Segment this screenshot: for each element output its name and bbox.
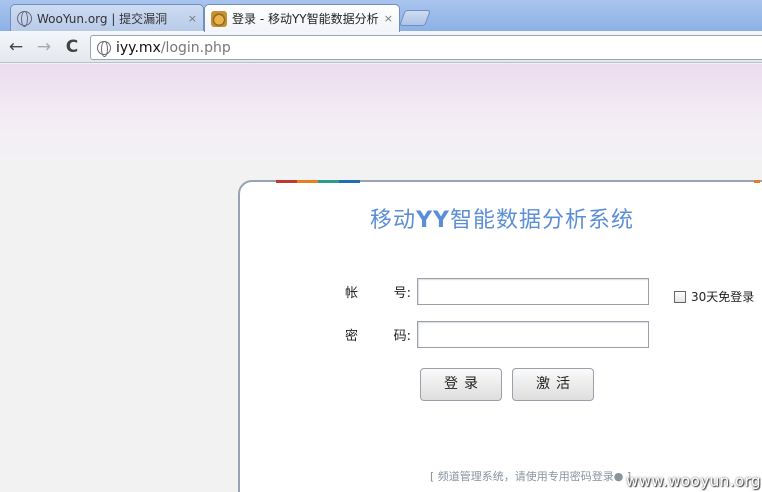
page-content: 移动YY智能数据分析系统 帐 号: 密 码: 30天免登录 登录 激活 [ 频道… — [0, 64, 762, 492]
password-label-char: 码: — [393, 329, 411, 344]
globe-icon — [17, 10, 32, 27]
remember-label: 30天免登录 — [691, 290, 755, 304]
remember-checkbox[interactable] — [674, 290, 686, 303]
new-tab-button[interactable] — [399, 10, 431, 26]
page-title: 移动YY智能数据分析系统 — [240, 202, 762, 234]
login-panel: 移动YY智能数据分析系统 帐 号: 密 码: 30天免登录 登录 激活 [ 频道… — [238, 180, 762, 492]
account-label: 帐 号: — [345, 282, 417, 301]
activate-button[interactable]: 激活 — [512, 368, 594, 401]
account-input[interactable] — [417, 278, 649, 305]
color-stripe — [276, 180, 360, 183]
password-label: 密 码: — [345, 325, 417, 344]
stripe-segment — [276, 180, 297, 183]
back-arrow-icon[interactable]: ← — [6, 37, 26, 57]
login-button[interactable]: 登录 — [420, 368, 502, 401]
stripe-segment — [339, 180, 360, 183]
account-row: 帐 号: — [345, 278, 649, 305]
url-path: /login.php — [160, 39, 231, 56]
address-bar[interactable]: iyy.mx /login.php — [90, 35, 762, 60]
reload-icon[interactable]: C — [62, 37, 82, 57]
footer-note: [ 频道管理系统，请使用专用密码登录● ] — [430, 470, 632, 483]
forward-arrow-icon[interactable]: → — [34, 37, 54, 57]
stripe-segment — [297, 180, 318, 183]
browser-toolbar: ← → C iyy.mx /login.php — [0, 31, 762, 63]
remember-me[interactable]: 30天免登录 — [674, 288, 754, 305]
tab-close-icon[interactable]: × — [188, 12, 197, 25]
account-label-char: 帐 — [345, 286, 359, 301]
tab-wooyun[interactable]: WooYun.org | 提交漏洞 × — [10, 4, 204, 31]
account-label-char: 号: — [393, 286, 411, 301]
password-row: 密 码: — [345, 321, 649, 348]
color-stripe-right — [754, 180, 760, 183]
stripe-segment — [318, 180, 339, 183]
globe-icon — [97, 40, 111, 57]
site-favicon-icon — [211, 10, 227, 27]
password-label-char: 密 — [345, 329, 359, 344]
title-prefix: 移动 — [370, 208, 417, 233]
tab-label: 登录 - 移动YY智能数据分析 — [232, 12, 379, 26]
title-yy: YY — [416, 208, 450, 233]
tab-label: WooYun.org | 提交漏洞 — [37, 11, 168, 26]
url-host: iyy.mx — [116, 39, 161, 56]
password-input[interactable] — [417, 321, 649, 348]
tab-close-icon[interactable]: × — [384, 12, 393, 25]
watermark: www.wooyun.org — [626, 472, 762, 490]
tab-login[interactable]: 登录 - 移动YY智能数据分析 × — [204, 4, 400, 32]
title-suffix: 智能数据分析系统 — [449, 208, 634, 233]
tab-strip: WooYun.org | 提交漏洞 × 登录 - 移动YY智能数据分析 × — [0, 0, 762, 32]
